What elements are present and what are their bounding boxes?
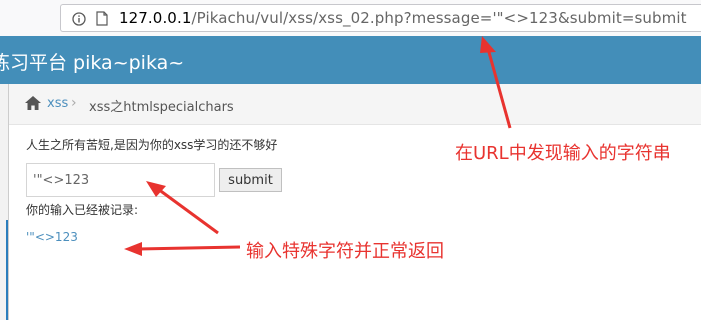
submit-button[interactable]: submit xyxy=(219,168,282,192)
breadcrumb: xss › xss之htmlspecialchars xyxy=(9,84,701,125)
message-input[interactable] xyxy=(26,163,215,197)
page-icon xyxy=(96,11,108,26)
arrow-to-output-head xyxy=(124,242,142,256)
info-icon[interactable] xyxy=(72,12,86,26)
browser-toolbar: 127.0.0.1/Pikachu/vul/xss/xss_02.php?mes… xyxy=(0,0,701,37)
url-text[interactable]: 127.0.0.1/Pikachu/vul/xss/xss_02.php?mes… xyxy=(119,9,687,27)
breadcrumb-link-xss[interactable]: xss xyxy=(47,96,68,111)
brand-title[interactable]: 练习平台 pika~pika~ xyxy=(0,48,184,75)
app-header: 练习平台 pika~pika~ xyxy=(0,36,701,84)
home-icon[interactable] xyxy=(24,95,42,111)
arrow-to-output xyxy=(137,245,241,251)
url-path: /Pikachu/vul/xss/xss_02.php?message='"<>… xyxy=(191,9,687,27)
record-label: 你的输入已经被记录: xyxy=(26,203,139,217)
echo-output: '"<>123 xyxy=(26,230,78,244)
breadcrumb-separator: › xyxy=(71,95,77,111)
breadcrumb-current: xss之htmlspecialchars xyxy=(89,100,234,115)
url-host: 127.0.0.1 xyxy=(119,9,192,27)
annotation-input-note: 输入特殊字符并正常返回 xyxy=(246,241,444,262)
sidebar-active-marker xyxy=(6,220,8,320)
address-bar[interactable]: 127.0.0.1/Pikachu/vul/xss/xss_02.php?mes… xyxy=(60,4,701,32)
notice-text: 人生之所有苦短,是因为你的xss学习的还不够好 xyxy=(26,138,278,152)
annotation-url-note: 在URL中发现输入的字符串 xyxy=(455,143,671,164)
